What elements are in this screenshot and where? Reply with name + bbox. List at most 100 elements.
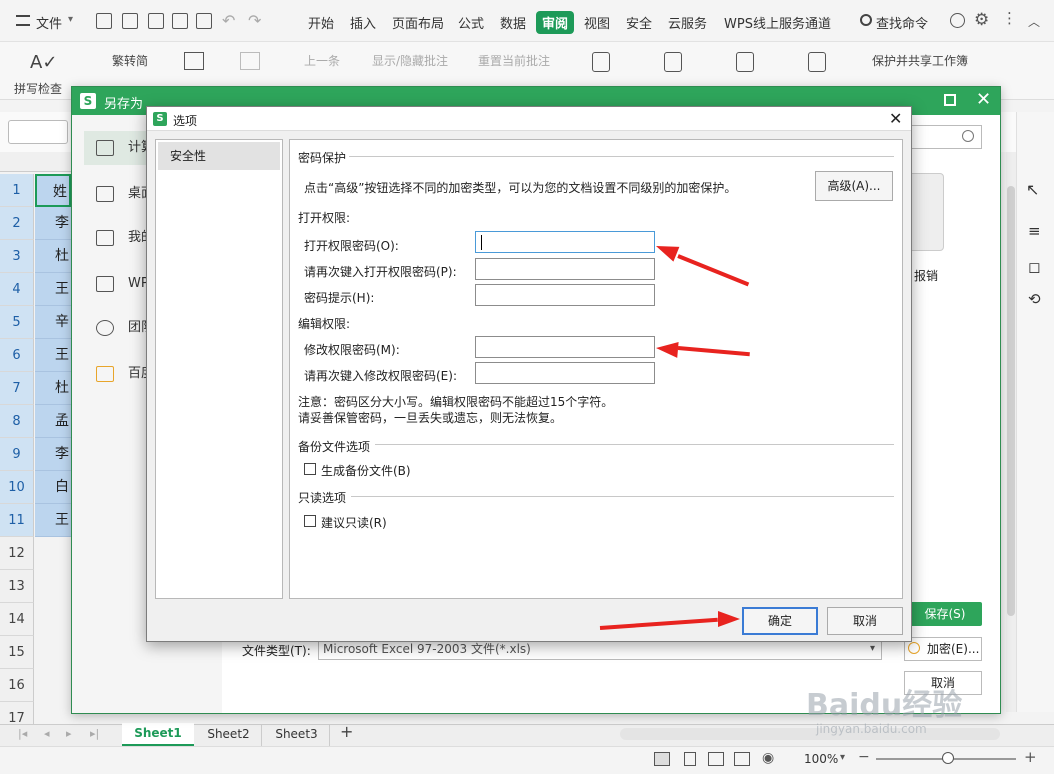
zoom-slider-thumb[interactable]	[942, 752, 954, 764]
table-cell[interactable]: 杜	[35, 240, 71, 273]
page-break-icon[interactable]	[708, 752, 724, 766]
table-cell[interactable]: 姓	[35, 174, 71, 207]
table-cell[interactable]: 白	[35, 471, 71, 504]
table-cell[interactable]: 辛	[35, 306, 71, 339]
file-menu[interactable]: 文件	[36, 13, 62, 32]
readonly-checkbox[interactable]	[304, 515, 316, 527]
undo-icon[interactable]: ↶	[222, 11, 235, 30]
reset-comment-button[interactable]: 重置当前批注	[478, 52, 550, 69]
cursor-icon[interactable]: ↖	[1026, 180, 1039, 199]
file-name-label[interactable]: 报销	[914, 267, 938, 284]
row-header[interactable]: 8	[0, 405, 34, 438]
sheet-tab-sheet2[interactable]: Sheet2	[196, 725, 262, 746]
row-header[interactable]: 15	[0, 636, 34, 669]
normal-view-icon[interactable]	[654, 752, 670, 766]
row-header[interactable]: 5	[0, 306, 34, 339]
table-cell[interactable]: 李	[35, 207, 71, 240]
pdf-icon[interactable]	[148, 13, 164, 29]
cancel-button[interactable]: 取消	[827, 607, 903, 635]
save-button[interactable]: 保存(S)	[908, 602, 982, 626]
close-icon[interactable]: ✕	[889, 109, 902, 128]
ok-button[interactable]: 确定	[742, 607, 818, 635]
backup-checkbox[interactable]	[304, 463, 316, 475]
open-password-confirm-input[interactable]	[475, 258, 655, 280]
table-cell[interactable]: 李	[35, 438, 71, 471]
row-header[interactable]: 12	[0, 537, 34, 570]
protect-share-button[interactable]: 保护并共享工作簿	[872, 52, 968, 69]
table-cell[interactable]: 王	[35, 339, 71, 372]
zoom-dropdown-icon[interactable]: ▾	[840, 752, 845, 763]
backup-checkbox-label[interactable]: 生成备份文件(B)	[321, 462, 411, 479]
password-hint-input[interactable]	[475, 284, 655, 306]
zoom-out-icon[interactable]: −	[858, 749, 870, 765]
more-icon[interactable]: ⋮	[1002, 9, 1017, 27]
collapse-ribbon-icon[interactable]: ︿	[1028, 13, 1040, 30]
sidebar-item-security[interactable]: 安全性	[158, 142, 280, 170]
zoom-in-icon[interactable]: +	[1024, 748, 1037, 766]
tab-wps-online[interactable]: WPS线上服务通道	[724, 13, 831, 32]
folder-icon[interactable]	[96, 13, 112, 29]
row-header[interactable]: 3	[0, 240, 34, 273]
table-cell[interactable]: 孟	[35, 405, 71, 438]
advanced-button[interactable]: 高级(A)...	[815, 171, 893, 201]
hamburger-icon[interactable]	[16, 15, 30, 26]
row-header[interactable]: 4	[0, 273, 34, 306]
add-sheet-icon[interactable]: +	[340, 722, 353, 741]
open-password-input[interactable]	[475, 231, 655, 253]
smile-icon[interactable]	[950, 13, 965, 28]
trad-simp-button[interactable]: 繁转简	[112, 52, 148, 69]
row-header[interactable]: 16	[0, 669, 34, 702]
save-icon[interactable]	[122, 13, 138, 29]
zoom-level[interactable]: 100%	[804, 752, 838, 766]
search-icon[interactable]	[962, 130, 974, 142]
tab-security[interactable]: 安全	[626, 13, 652, 32]
table-cell[interactable]: 王	[35, 504, 71, 537]
show-hide-comment-button[interactable]: 显示/隐藏批注	[372, 52, 448, 69]
file-thumbnail-icon[interactable]	[908, 173, 944, 251]
prev-comment-button[interactable]: 上一条	[304, 52, 340, 69]
tab-page-layout[interactable]: 页面布局	[392, 13, 444, 32]
preview-icon[interactable]	[196, 13, 212, 29]
sheet-tab-sheet3[interactable]: Sheet3	[264, 725, 330, 746]
row-header[interactable]: 10	[0, 471, 34, 504]
split-icon[interactable]	[734, 752, 750, 766]
sheet-nav-first-icon[interactable]: |◂	[18, 727, 27, 740]
sliders-icon[interactable]: ≡	[1028, 222, 1041, 240]
redo-icon[interactable]: ↷	[248, 11, 261, 30]
gear-icon[interactable]: ⚙	[974, 10, 989, 30]
vertical-scrollbar[interactable]	[1006, 152, 1016, 712]
row-header[interactable]: 13	[0, 570, 34, 603]
page-view-icon[interactable]	[684, 752, 696, 766]
readonly-checkbox-label[interactable]: 建议只读(R)	[321, 514, 387, 531]
search-icon[interactable]	[860, 14, 872, 26]
edit-password-input[interactable]	[475, 336, 655, 358]
name-box[interactable]	[8, 120, 68, 144]
edit-password-confirm-input[interactable]	[475, 362, 655, 384]
row-header[interactable]: 1	[0, 174, 34, 207]
tab-data[interactable]: 数据	[500, 13, 526, 32]
close-icon[interactable]: ✕	[976, 89, 991, 110]
row-header[interactable]: 6	[0, 339, 34, 372]
tab-formula[interactable]: 公式	[458, 13, 484, 32]
row-header[interactable]: 2	[0, 207, 34, 240]
row-header[interactable]: 14	[0, 603, 34, 636]
table-cell[interactable]: 王	[35, 273, 71, 306]
sheet-tab-sheet1[interactable]: Sheet1	[122, 723, 194, 746]
row-header[interactable]: 7	[0, 372, 34, 405]
tab-review[interactable]: 审阅	[536, 11, 575, 34]
sheet-nav-next-icon[interactable]: ▸	[66, 727, 72, 740]
spell-check-button[interactable]: 拼写检查	[14, 80, 62, 97]
scrollbar-thumb[interactable]	[1007, 186, 1015, 616]
sheet-nav-prev-icon[interactable]: ◂	[44, 727, 50, 740]
row-header[interactable]: 9	[0, 438, 34, 471]
tab-cloud[interactable]: 云服务	[668, 13, 707, 32]
tab-home[interactable]: 开始	[308, 13, 334, 32]
maximize-icon[interactable]	[944, 94, 956, 106]
tab-insert[interactable]: 插入	[350, 13, 376, 32]
history-icon[interactable]: ⟲	[1028, 290, 1041, 308]
eye-icon[interactable]: ◉	[762, 750, 774, 766]
print-icon[interactable]	[172, 13, 188, 29]
shape-icon[interactable]: ◻	[1028, 258, 1040, 276]
tab-view[interactable]: 视图	[584, 13, 610, 32]
row-header[interactable]: 11	[0, 504, 34, 537]
